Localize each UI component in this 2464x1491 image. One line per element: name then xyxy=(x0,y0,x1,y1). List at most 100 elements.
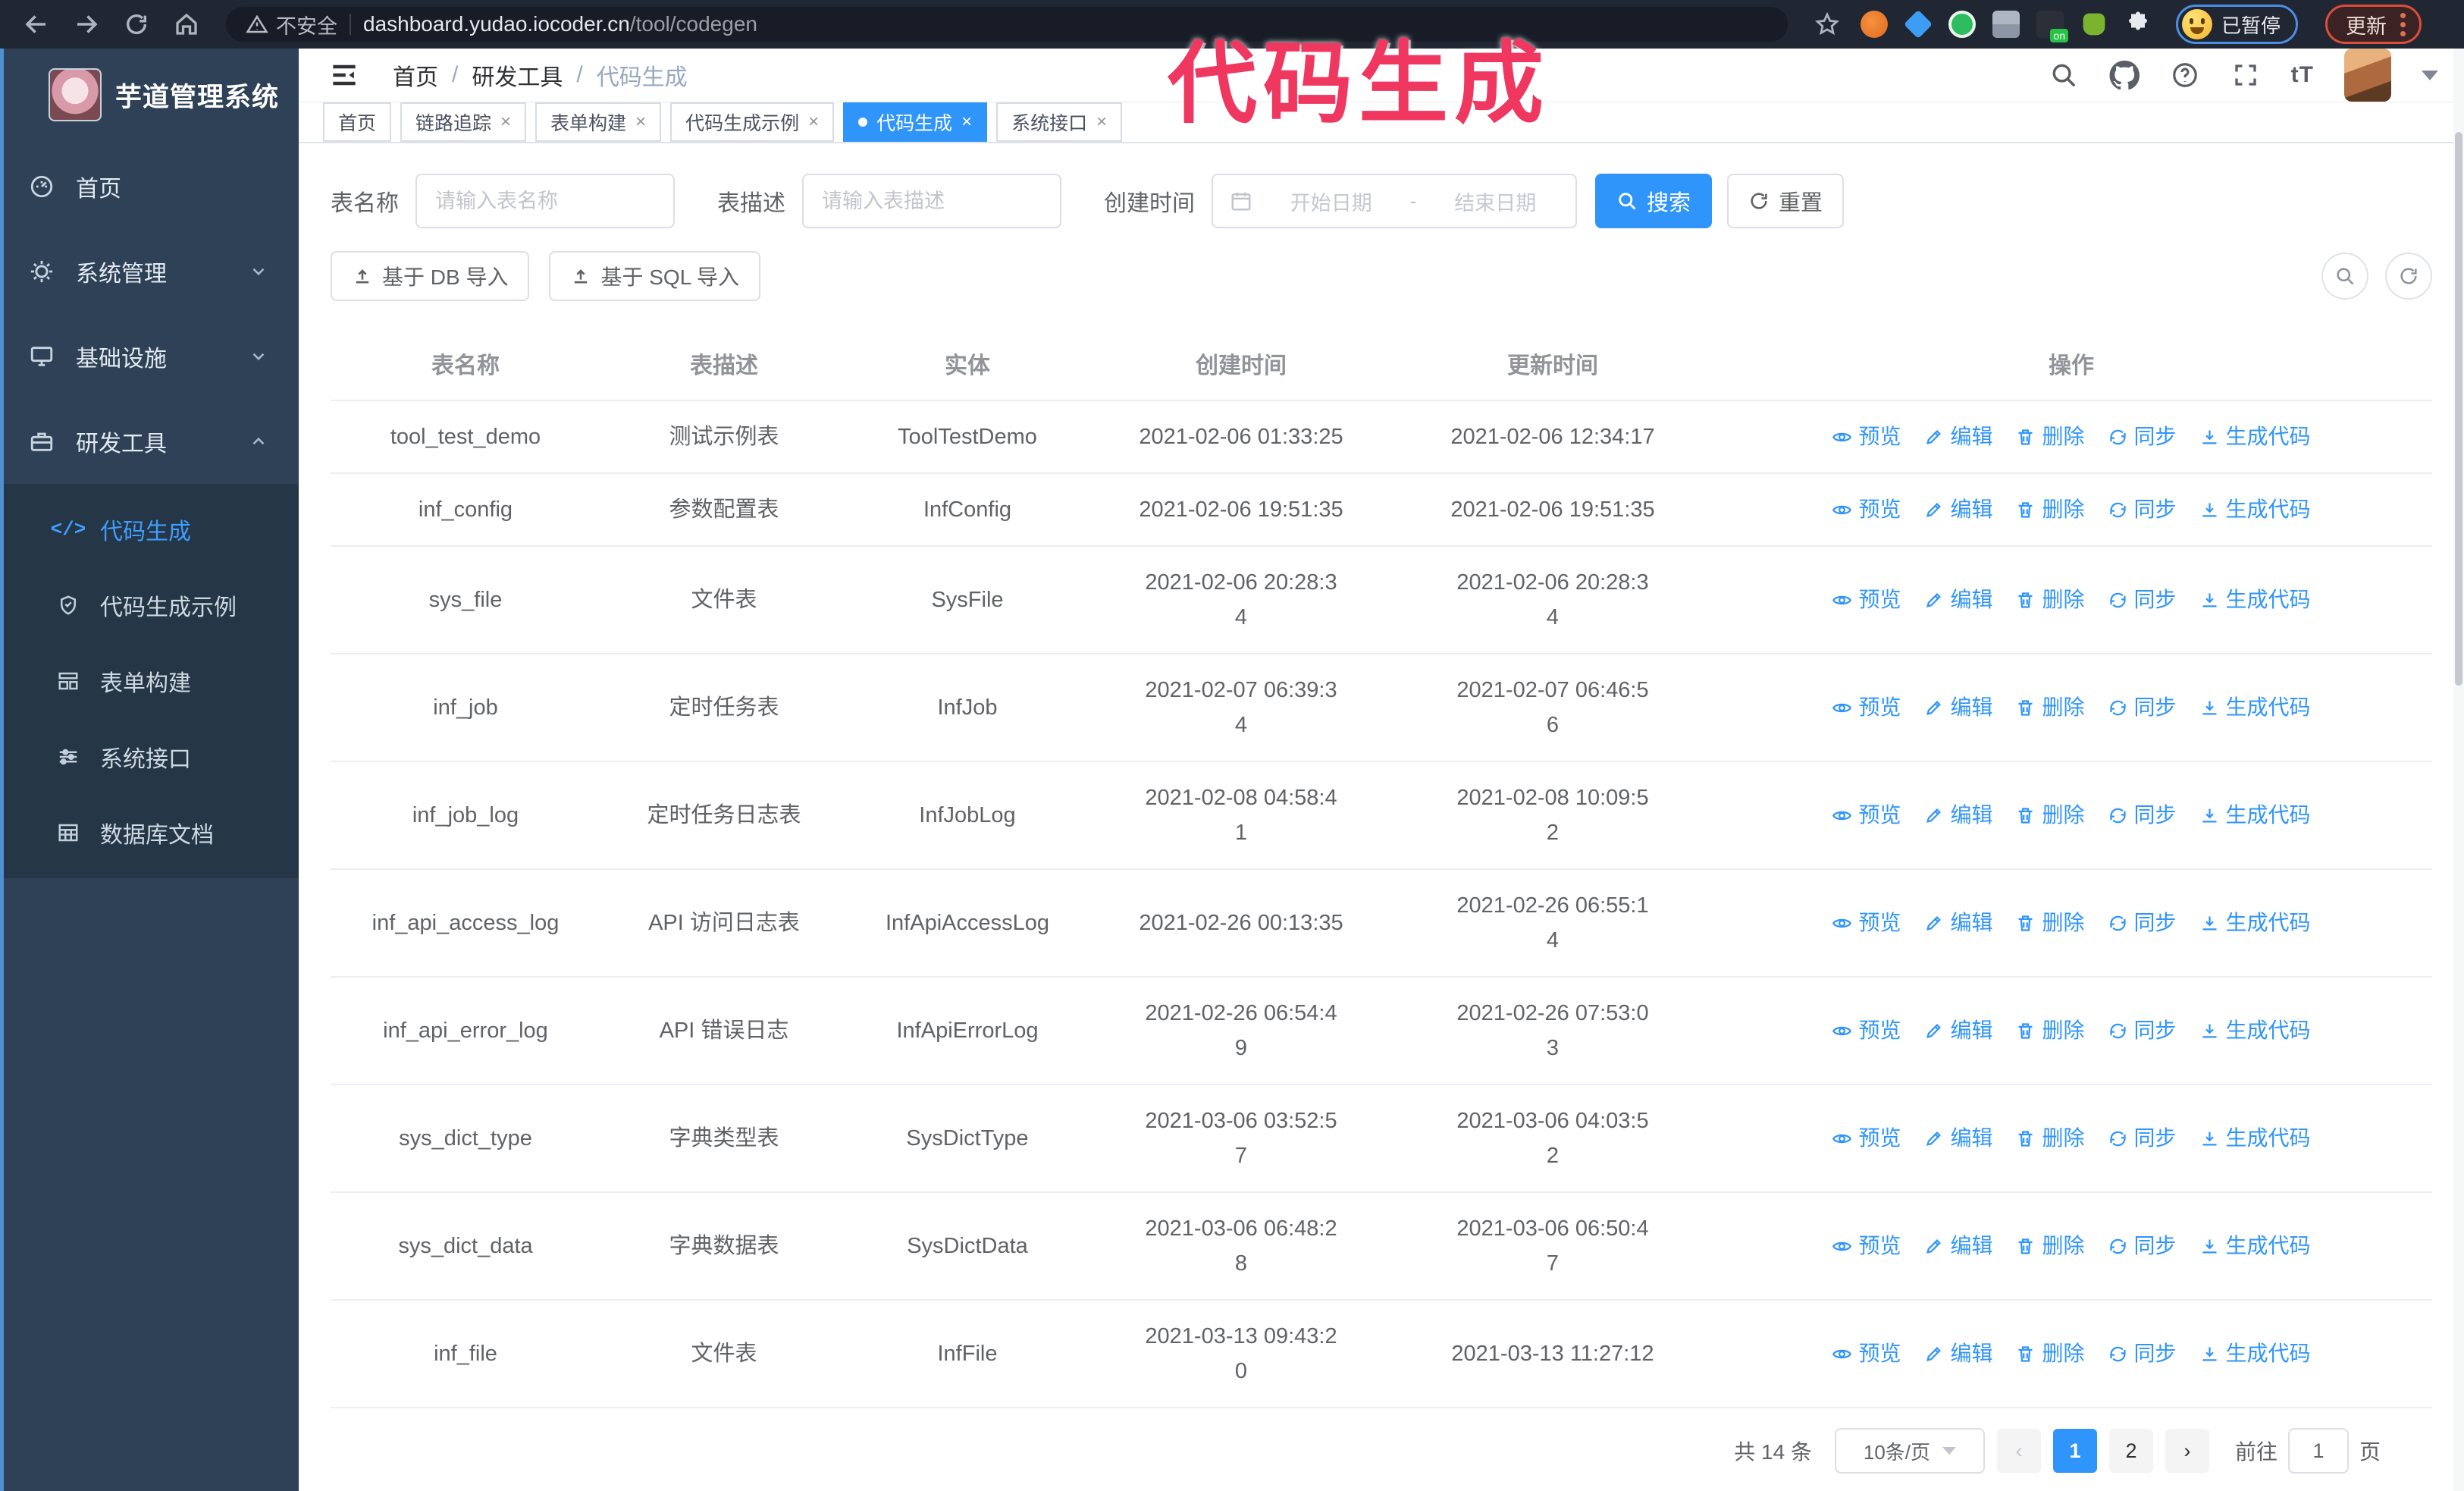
action-generate[interactable]: 生成代码 xyxy=(2199,492,2311,527)
action-delete[interactable]: 删除 xyxy=(2015,906,2085,940)
next-page-button[interactable]: › xyxy=(2165,1429,2209,1473)
action-edit[interactable]: 编辑 xyxy=(1923,1013,1992,1048)
sidebar-item-codegen[interactable]: </> 代码生成 xyxy=(0,491,299,567)
action-sync[interactable]: 同步 xyxy=(2108,1229,2177,1263)
extension-icon-3[interactable] xyxy=(1948,11,1976,38)
sidebar-item-infra[interactable]: 基础设施 xyxy=(0,314,299,399)
extension-icon-6[interactable] xyxy=(2083,13,2105,36)
sidebar-item-codegen-example[interactable]: 代码生成示例 xyxy=(0,567,299,643)
close-icon[interactable]: × xyxy=(635,113,646,131)
action-preview[interactable]: 预览 xyxy=(1832,690,1901,725)
tab-home[interactable]: 首页 xyxy=(323,102,392,142)
extension-icon-1[interactable] xyxy=(1861,11,1888,38)
action-edit[interactable]: 编辑 xyxy=(1923,582,1992,617)
help-icon[interactable] xyxy=(2170,60,2200,90)
app-logo-row[interactable]: 芋道管理系统 xyxy=(0,49,299,144)
action-generate[interactable]: 生成代码 xyxy=(2199,1121,2311,1156)
refresh-table-button[interactable] xyxy=(2385,253,2432,300)
action-delete[interactable]: 删除 xyxy=(2015,1013,2085,1048)
browser-profile-chip[interactable]: 已暂停 xyxy=(2176,5,2299,44)
url-text[interactable]: dashboard.yudao.iocoder.cn/tool/codegen xyxy=(363,12,757,36)
page-button-1[interactable]: 1 xyxy=(2052,1429,2097,1473)
table-desc-input[interactable] xyxy=(802,174,1061,228)
sidebar-item-system-api[interactable]: 系统接口 xyxy=(0,719,299,795)
action-preview[interactable]: 预览 xyxy=(1832,906,1901,940)
goto-page-input[interactable] xyxy=(2287,1428,2349,1474)
extension-icon-2[interactable] xyxy=(1903,9,1933,39)
close-icon[interactable]: × xyxy=(500,113,511,131)
sidebar-item-home[interactable]: 首页 xyxy=(0,144,299,229)
tab-codegen-example[interactable]: 代码生成示例 × xyxy=(670,102,835,142)
action-generate[interactable]: 生成代码 xyxy=(2199,1229,2311,1263)
action-edit[interactable]: 编辑 xyxy=(1923,492,1992,527)
action-delete[interactable]: 删除 xyxy=(2015,690,2085,725)
action-generate[interactable]: 生成代码 xyxy=(2199,1336,2311,1371)
action-generate[interactable]: 生成代码 xyxy=(2199,690,2311,725)
action-generate[interactable]: 生成代码 xyxy=(2199,798,2311,833)
action-delete[interactable]: 删除 xyxy=(2015,492,2085,527)
action-preview[interactable]: 预览 xyxy=(1832,1121,1901,1156)
home-icon[interactable] xyxy=(171,9,202,39)
browser-menu-icon[interactable] xyxy=(2400,12,2406,36)
action-sync[interactable]: 同步 xyxy=(2108,906,2177,940)
page-button-2[interactable]: 2 xyxy=(2108,1429,2153,1473)
tab-tracing[interactable]: 链路追踪 × xyxy=(400,102,527,142)
action-sync[interactable]: 同步 xyxy=(2108,1013,2177,1048)
font-size-icon[interactable]: tT xyxy=(2291,62,2314,88)
security-warning[interactable]: 不安全 xyxy=(246,10,337,39)
action-sync[interactable]: 同步 xyxy=(2108,1121,2177,1156)
user-avatar[interactable] xyxy=(2344,49,2391,102)
action-preview[interactable]: 预览 xyxy=(1832,1229,1901,1263)
breadcrumb-devtools[interactable]: 研发工具 xyxy=(472,58,563,92)
bookmark-star-icon[interactable] xyxy=(1812,9,1842,39)
tab-system-api[interactable]: 系统接口 × xyxy=(996,102,1123,142)
action-preview[interactable]: 预览 xyxy=(1832,1336,1901,1371)
browser-update-button[interactable]: 更新 xyxy=(2325,5,2422,44)
action-delete[interactable]: 删除 xyxy=(2015,1121,2085,1156)
action-preview[interactable]: 预览 xyxy=(1832,492,1901,527)
extension-icon-4[interactable] xyxy=(1992,11,2020,38)
page-scrollbar[interactable] xyxy=(2453,49,2464,1491)
action-preview[interactable]: 预览 xyxy=(1832,798,1901,833)
action-edit[interactable]: 编辑 xyxy=(1923,1121,1992,1156)
avatar-caret-icon[interactable] xyxy=(2422,70,2438,80)
close-icon[interactable]: × xyxy=(808,113,819,131)
sidebar-item-db-doc[interactable]: 数据库文档 xyxy=(0,795,299,871)
action-generate[interactable]: 生成代码 xyxy=(2199,582,2311,617)
action-sync[interactable]: 同步 xyxy=(2108,419,2177,454)
action-preview[interactable]: 预览 xyxy=(1832,1013,1901,1048)
close-icon[interactable]: × xyxy=(1096,113,1107,131)
date-range-picker[interactable]: 开始日期 - 结束日期 xyxy=(1212,174,1577,228)
action-delete[interactable]: 删除 xyxy=(2015,798,2085,833)
sidebar-fold-icon[interactable] xyxy=(324,55,364,95)
sidebar-item-form-builder[interactable]: 表单构建 xyxy=(0,643,299,719)
action-preview[interactable]: 预览 xyxy=(1832,419,1901,454)
prev-page-button[interactable]: ‹ xyxy=(1996,1429,2041,1473)
action-edit[interactable]: 编辑 xyxy=(1923,1229,1992,1263)
back-icon[interactable] xyxy=(21,9,52,39)
puzzle-extensions-icon[interactable] xyxy=(2124,11,2152,38)
action-sync[interactable]: 同步 xyxy=(2108,798,2177,833)
tab-form-builder[interactable]: 表单构建 × xyxy=(535,102,662,142)
action-edit[interactable]: 编辑 xyxy=(1923,906,1992,940)
action-generate[interactable]: 生成代码 xyxy=(2199,906,2311,940)
reload-icon[interactable] xyxy=(121,9,152,39)
action-delete[interactable]: 删除 xyxy=(2015,1229,2085,1263)
page-size-select[interactable]: 10条/页 xyxy=(1834,1428,1985,1474)
action-generate[interactable]: 生成代码 xyxy=(2199,1013,2311,1048)
action-sync[interactable]: 同步 xyxy=(2108,690,2177,725)
action-edit[interactable]: 编辑 xyxy=(1923,798,1992,833)
action-edit[interactable]: 编辑 xyxy=(1923,419,1992,454)
action-generate[interactable]: 生成代码 xyxy=(2199,419,2311,454)
search-button[interactable]: 搜索 xyxy=(1595,174,1713,228)
forward-icon[interactable] xyxy=(71,9,102,39)
reset-button[interactable]: 重置 xyxy=(1727,174,1845,228)
scrollbar-thumb[interactable] xyxy=(2455,132,2462,686)
action-edit[interactable]: 编辑 xyxy=(1923,690,1992,725)
action-delete[interactable]: 删除 xyxy=(2015,419,2085,454)
close-icon[interactable]: × xyxy=(961,113,972,131)
action-edit[interactable]: 编辑 xyxy=(1923,1336,1992,1371)
breadcrumb-home[interactable]: 首页 xyxy=(393,58,438,92)
table-name-input[interactable] xyxy=(415,174,675,228)
extension-icon-5[interactable]: on xyxy=(2036,11,2068,42)
